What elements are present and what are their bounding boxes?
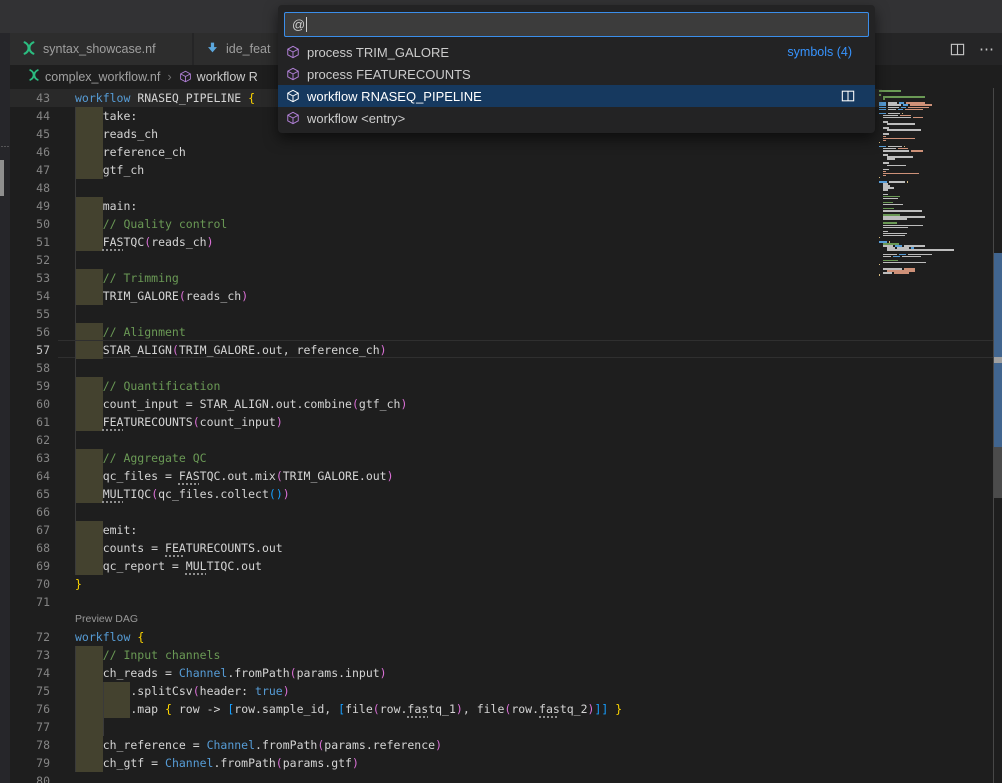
quick-pick-item-label: workflow RNASEQ_PIPELINE — [307, 89, 482, 104]
code-line[interactable]: } — [75, 575, 82, 593]
line-number: 65 — [10, 485, 50, 503]
line-number: 80 — [10, 772, 50, 783]
code-line[interactable]: reads_ch — [75, 125, 158, 143]
symbols-count-badge: symbols (4) — [787, 45, 852, 59]
code-line[interactable]: ch_reads = Channel.fromPath(params.input… — [75, 664, 387, 682]
code-line[interactable]: MULTIQC(qc_files.collect()) — [75, 485, 290, 503]
line-number: 45 — [10, 125, 50, 143]
line-number: 70 — [10, 575, 50, 593]
quick-pick-item[interactable]: process TRIM_GALORE symbols (4) — [278, 41, 875, 63]
code-line[interactable]: FASTQC(reads_ch) — [75, 233, 214, 251]
line-number: 72 — [10, 628, 50, 646]
line-number: 67 — [10, 521, 50, 539]
code-line[interactable]: .splitCsv(header: true) — [75, 682, 290, 700]
quick-pick-item[interactable]: workflow <entry> — [278, 107, 875, 129]
code-line[interactable]: // Alignment — [75, 323, 186, 341]
line-number: 43 — [10, 89, 50, 107]
code-line[interactable]: reference_ch — [75, 143, 186, 161]
minimap[interactable] — [879, 90, 976, 278]
line-number: 76 — [10, 700, 50, 718]
line-number: 64 — [10, 467, 50, 485]
line-number: 78 — [10, 736, 50, 754]
line-number: 71 — [10, 593, 50, 611]
line-number: 77 — [10, 718, 50, 736]
code-line[interactable]: gtf_ch — [75, 161, 144, 179]
code-line[interactable]: TRIM_GALORE(reads_ch) — [75, 287, 248, 305]
line-number: 79 — [10, 754, 50, 772]
quick-pick-list: process TRIM_GALORE symbols (4) process FE… — [278, 41, 875, 129]
line-number: 53 — [10, 269, 50, 287]
code-line[interactable]: emit: — [75, 521, 137, 539]
vscode-window: ⋯ syntax_showcase.nf ide_feat ⋯ complex_… — [0, 0, 1002, 783]
code-line[interactable]: ch_reference = Channel.fromPath(params.r… — [75, 736, 442, 754]
code-line[interactable]: // Aggregate QC — [75, 449, 207, 467]
quick-pick-item[interactable]: process FEATURECOUNTS — [278, 63, 875, 85]
code-line[interactable]: qc_report = MULTIQC.out — [75, 557, 262, 575]
line-number: 52 — [10, 251, 50, 269]
line-number: 49 — [10, 197, 50, 215]
line-number: 68 — [10, 539, 50, 557]
line-number: 58 — [10, 359, 50, 377]
symbol-cube-icon — [286, 111, 300, 125]
code-line[interactable]: // Quality control — [75, 215, 227, 233]
line-number: 44 — [10, 107, 50, 125]
code-line[interactable]: STAR_ALIGN(TRIM_GALORE.out, reference_ch… — [75, 341, 387, 359]
codelens-preview-dag[interactable]: Preview DAG — [75, 611, 138, 628]
line-number: 57 — [10, 341, 50, 359]
line-number: 60 — [10, 395, 50, 413]
line-number: 47 — [10, 161, 50, 179]
line-number: 55 — [10, 305, 50, 323]
code-line[interactable]: qc_files = FASTQC.out.mix(TRIM_GALORE.ou… — [75, 467, 394, 485]
line-number: 66 — [10, 503, 50, 521]
code-line[interactable]: take: — [75, 107, 137, 125]
line-number: 54 — [10, 287, 50, 305]
text-cursor — [306, 17, 307, 32]
quick-pick-item-label: process TRIM_GALORE — [307, 45, 449, 60]
line-number: 62 — [10, 431, 50, 449]
code-line[interactable]: ch_gtf = Channel.fromPath(params.gtf) — [75, 754, 359, 772]
code-line[interactable]: // Trimming — [75, 269, 179, 287]
code-line[interactable]: workflow { — [75, 628, 144, 646]
line-number: 75 — [10, 682, 50, 700]
code-line[interactable]: // Quantification — [75, 377, 220, 395]
quick-pick-item-label: workflow <entry> — [307, 111, 405, 126]
code-line[interactable]: main: — [75, 197, 137, 215]
symbol-cube-icon — [286, 67, 300, 81]
line-number: 73 — [10, 646, 50, 664]
line-number: 69 — [10, 557, 50, 575]
quick-pick-item-label: process FEATURECOUNTS — [307, 67, 471, 82]
line-number: 59 — [10, 377, 50, 395]
symbol-cube-icon — [286, 45, 300, 59]
search-input-value: @ — [292, 17, 305, 32]
code-line[interactable]: count_input = STAR_ALIGN.out.combine(gtf… — [75, 395, 407, 413]
quick-pick-widget: @ process TRIM_GALOREsymbols (4)process … — [278, 5, 875, 133]
line-number: 51 — [10, 233, 50, 251]
symbol-cube-icon — [286, 89, 300, 103]
quick-pick-item[interactable]: workflow RNASEQ_PIPELINE — [278, 85, 875, 107]
code-line[interactable]: FEATURECOUNTS(count_input) — [75, 413, 283, 431]
line-number: 56 — [10, 323, 50, 341]
symbol-search-input[interactable]: @ — [284, 12, 869, 37]
line-number: 46 — [10, 143, 50, 161]
line-number: 63 — [10, 449, 50, 467]
line-number: 50 — [10, 215, 50, 233]
line-number: 74 — [10, 664, 50, 682]
code-line[interactable]: .map { row -> [row.sample_id, [file(row.… — [75, 700, 622, 718]
line-number: 48 — [10, 179, 50, 197]
code-line[interactable]: workflow RNASEQ_PIPELINE { — [75, 89, 255, 107]
code-line[interactable]: // Input channels — [75, 646, 220, 664]
line-number: 61 — [10, 413, 50, 431]
split-editor-icon[interactable] — [841, 89, 855, 103]
code-line[interactable]: counts = FEATURECOUNTS.out — [75, 539, 283, 557]
